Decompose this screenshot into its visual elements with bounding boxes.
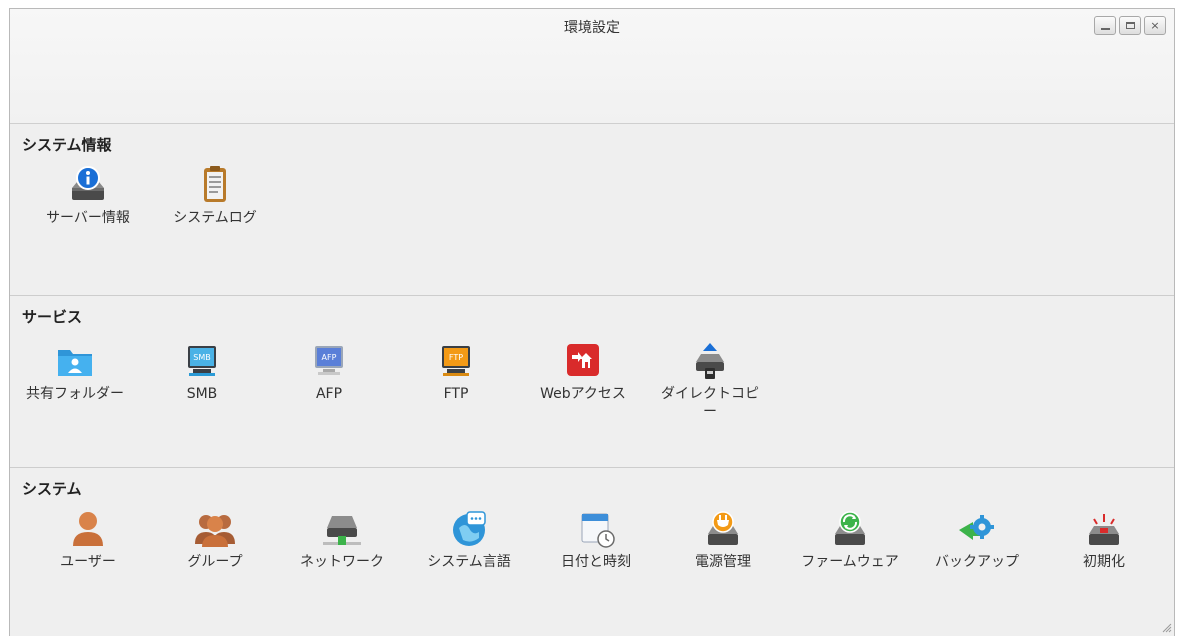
label-system-log: システムログ [173,210,257,226]
label-smb: SMB [186,386,218,402]
item-ftp[interactable]: FTP FTP [391,340,521,403]
item-shared-folder[interactable]: 共有フォルダー [10,340,140,403]
resize-grip-icon[interactable] [1160,621,1172,633]
ftp-icon: FTP [442,346,470,376]
item-afp[interactable]: AFP AFP [264,340,394,403]
section-title-services: サービス [22,308,83,326]
section-title-system: システム [22,480,82,498]
label-language: システム言語 [427,554,511,570]
item-firmware[interactable]: ファームウェア [785,508,915,571]
label-server-info: サーバー情報 [46,210,130,226]
item-smb[interactable]: SMB SMB [137,340,267,403]
item-user[interactable]: ユーザー [23,508,153,571]
item-network[interactable]: ネットワーク [277,508,407,571]
minimize-button[interactable] [1094,16,1116,35]
system-log-icon [204,166,226,202]
minimize-icon [1100,27,1110,30]
label-power: 電源管理 [695,554,751,570]
label-web-access: Webアクセス [540,386,626,402]
label-direct-copy: ダイレクトコピー [661,386,759,420]
item-system-log[interactable]: システムログ [150,164,280,227]
ftp-badge-text: FTP [449,353,463,362]
label-ftp: FTP [443,386,469,402]
section-system-info: システム情報 サーバー情報 システムログ [10,124,1174,296]
label-group: グループ [187,554,243,570]
date-time-icon [581,513,615,548]
window-controls: × [1094,16,1166,35]
maximize-button[interactable] [1119,16,1141,35]
label-backup: バックアップ [935,554,1019,570]
network-icon [323,516,361,545]
label-date-time: 日付と時刻 [561,554,631,570]
language-icon [453,511,486,546]
item-backup[interactable]: バックアップ [912,508,1042,571]
label-firmware: ファームウェア [801,554,899,570]
web-access-icon [567,344,599,376]
item-group[interactable]: グループ [150,508,280,571]
user-icon [73,512,103,546]
label-user: ユーザー [60,554,116,570]
item-direct-copy[interactable]: ダイレクトコピー [645,340,775,421]
backup-icon [959,515,994,540]
preferences-window: 環境設定 × システム情報 サーバー情報 システムログ サービス 共有フォルダー… [9,8,1175,636]
afp-badge-text: AFP [322,353,337,362]
group-icon [195,515,235,547]
item-date-time[interactable]: 日付と時刻 [531,508,661,571]
firmware-icon [835,511,865,545]
label-shared-folder: 共有フォルダー [26,386,124,402]
section-title-system-info: システム情報 [22,136,112,154]
reset-icon [1089,514,1119,545]
close-icon: × [1150,19,1160,32]
window-titlebar[interactable]: 環境設定 × [10,9,1174,124]
direct-copy-icon [696,343,724,379]
section-services: サービス 共有フォルダー SMB SMB AFP AFP FTP FTP Web… [10,296,1174,468]
item-web-access[interactable]: Webアクセス [518,340,648,403]
maximize-icon [1125,22,1135,29]
afp-icon: AFP [315,346,343,375]
window-title: 環境設定 [564,20,620,36]
label-network: ネットワーク [300,554,384,570]
item-language[interactable]: システム言語 [404,508,534,571]
server-info-icon [72,166,104,200]
close-button[interactable]: × [1144,16,1166,35]
item-server-info[interactable]: サーバー情報 [23,164,153,227]
item-reset[interactable]: 初期化 [1039,508,1169,571]
power-icon [708,511,738,545]
shared-folder-icon [58,350,92,376]
label-afp: AFP [315,386,343,402]
smb-badge-text: SMB [193,353,210,362]
smb-icon: SMB [188,346,216,376]
section-system: システム ユーザー グループ ネットワーク システム言語 日付と時刻 電源管理 … [10,468,1174,636]
label-reset: 初期化 [1083,554,1125,570]
item-power[interactable]: 電源管理 [658,508,788,571]
